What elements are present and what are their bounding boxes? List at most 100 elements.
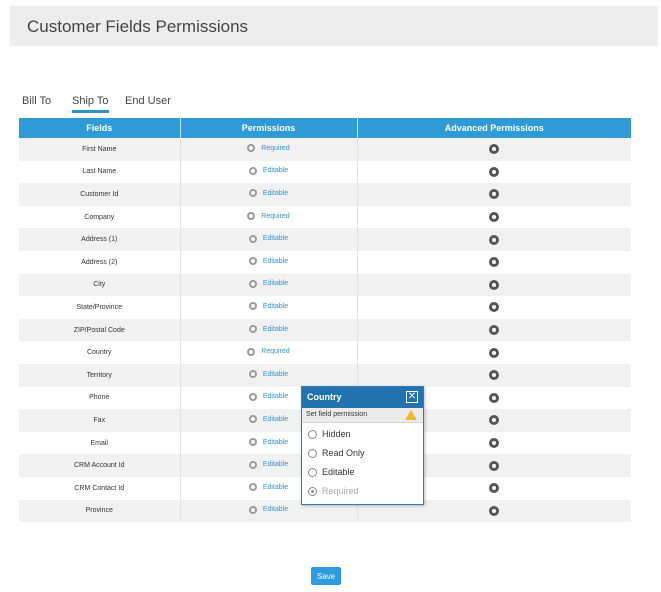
table-row: Address (1) Editable (19, 228, 631, 251)
page-header: Customer Fields Permissions (10, 6, 658, 46)
permission-control[interactable]: Editable (248, 189, 288, 198)
permission-control[interactable]: Editable (248, 392, 288, 401)
gear-icon (248, 370, 257, 379)
gear-icon (248, 189, 257, 198)
advanced-settings-icon[interactable] (489, 166, 500, 177)
advanced-settings-icon[interactable] (489, 370, 500, 381)
permission-cell: Editable (180, 363, 358, 387)
permission-link[interactable]: Editable (263, 190, 288, 197)
permission-control[interactable]: Editable (248, 166, 288, 175)
permission-control[interactable]: Editable (248, 505, 288, 514)
tab-bill-to[interactable]: Bill To (22, 95, 51, 107)
permission-option[interactable]: Read Only (308, 448, 365, 458)
permission-link[interactable]: Editable (263, 303, 288, 310)
page-title: Customer Fields Permissions (27, 17, 249, 36)
advanced-settings-icon[interactable] (489, 347, 500, 358)
permission-option-label: Hidden (322, 429, 351, 439)
advanced-permission-cell (357, 296, 631, 319)
permission-link[interactable]: Editable (263, 167, 288, 174)
permission-cell: Editable (180, 296, 358, 319)
permission-link[interactable]: Editable (263, 484, 288, 491)
permission-option[interactable]: Hidden (308, 429, 351, 439)
advanced-settings-icon[interactable] (489, 460, 500, 471)
advanced-settings-icon[interactable] (489, 415, 500, 426)
permission-link[interactable]: Required (261, 213, 289, 220)
advanced-settings-icon[interactable] (489, 438, 500, 449)
permission-link[interactable]: Editable (263, 235, 288, 242)
gear-icon (247, 212, 256, 221)
permission-control[interactable]: Editable (248, 234, 288, 243)
advanced-settings-icon[interactable] (489, 144, 500, 155)
advanced-settings-icon[interactable] (489, 483, 500, 494)
advanced-settings-icon[interactable] (489, 279, 500, 290)
permission-control[interactable]: Editable (248, 460, 288, 469)
permission-control[interactable]: Required (247, 144, 290, 153)
permission-link[interactable]: Editable (263, 439, 288, 446)
advanced-settings-icon[interactable] (489, 189, 500, 200)
table-row: Company Required (19, 205, 631, 229)
permission-cell: Editable (180, 183, 358, 206)
field-name-cell: Territory (19, 363, 181, 387)
permission-link[interactable]: Editable (263, 371, 288, 378)
permission-option-label: Read Only (322, 448, 365, 458)
advanced-settings-icon[interactable] (489, 325, 500, 336)
permission-link[interactable]: Editable (263, 280, 288, 287)
permission-link[interactable]: Editable (263, 416, 288, 423)
warning-icon (405, 410, 417, 420)
tab-end-user[interactable]: End User (125, 95, 171, 107)
permission-option[interactable]: Editable (308, 467, 355, 477)
field-name-cell: First Name (19, 138, 181, 161)
table-row: First Name Required (19, 138, 631, 161)
permission-link[interactable]: Editable (263, 258, 288, 265)
permission-control[interactable]: Editable (248, 370, 288, 379)
advanced-settings-icon[interactable] (489, 234, 500, 245)
radio-button[interactable] (308, 429, 317, 439)
permission-cell: Required (180, 205, 358, 229)
gear-icon (248, 415, 257, 424)
permission-control[interactable]: Editable (248, 257, 288, 266)
permission-control[interactable]: Required (247, 212, 290, 221)
permission-link[interactable]: Required (261, 145, 289, 152)
permission-control[interactable]: Editable (248, 438, 288, 447)
advanced-settings-icon[interactable] (489, 392, 500, 403)
advanced-settings-icon[interactable] (489, 212, 500, 223)
field-name-cell: Address (1) (19, 228, 181, 251)
permission-option-label: Required (322, 486, 359, 496)
permission-link[interactable]: Required (261, 348, 289, 355)
permission-link[interactable]: Editable (263, 326, 288, 333)
advanced-settings-icon[interactable] (489, 257, 500, 268)
column-header-fields: Fields (19, 118, 181, 138)
permission-control[interactable]: Editable (248, 302, 288, 311)
field-name-cell: Last Name (19, 160, 181, 184)
table-header-row: Fields Permissions Advanced Permissions (19, 118, 631, 138)
permission-control[interactable]: Editable (248, 483, 288, 492)
permission-link[interactable]: Editable (263, 461, 288, 468)
table-row: ZIP/Postal Code Editable (19, 318, 631, 342)
permission-control[interactable]: Required (247, 347, 290, 356)
table-row: Address (2) Editable (19, 250, 631, 274)
permission-link[interactable]: Editable (263, 393, 288, 400)
radio-button[interactable] (308, 448, 317, 458)
advanced-settings-icon[interactable] (489, 505, 500, 516)
gear-icon (248, 166, 257, 175)
tab-ship-to[interactable]: Ship To (72, 95, 109, 113)
permission-control[interactable]: Editable (248, 415, 288, 424)
radio-button[interactable] (308, 467, 317, 477)
close-icon[interactable]: ✕ (406, 391, 418, 403)
field-name-cell: City (19, 273, 181, 297)
field-name-cell: Country (19, 341, 181, 364)
gear-icon (248, 325, 257, 334)
radio-button (308, 486, 317, 496)
permission-popup: Country ✕ Set field permission Hidden Rea… (301, 386, 424, 505)
permission-link[interactable]: Editable (263, 506, 288, 513)
permission-control[interactable]: Editable (248, 279, 288, 288)
gear-icon (248, 460, 257, 469)
permission-control[interactable]: Editable (248, 325, 288, 334)
gear-icon (248, 392, 257, 401)
advanced-settings-icon[interactable] (489, 302, 500, 313)
field-name-cell: Company (19, 205, 181, 229)
advanced-permission-cell (357, 138, 631, 161)
advanced-permission-cell (357, 160, 631, 184)
save-button[interactable]: Save (311, 567, 341, 585)
advanced-permission-cell (357, 250, 631, 274)
